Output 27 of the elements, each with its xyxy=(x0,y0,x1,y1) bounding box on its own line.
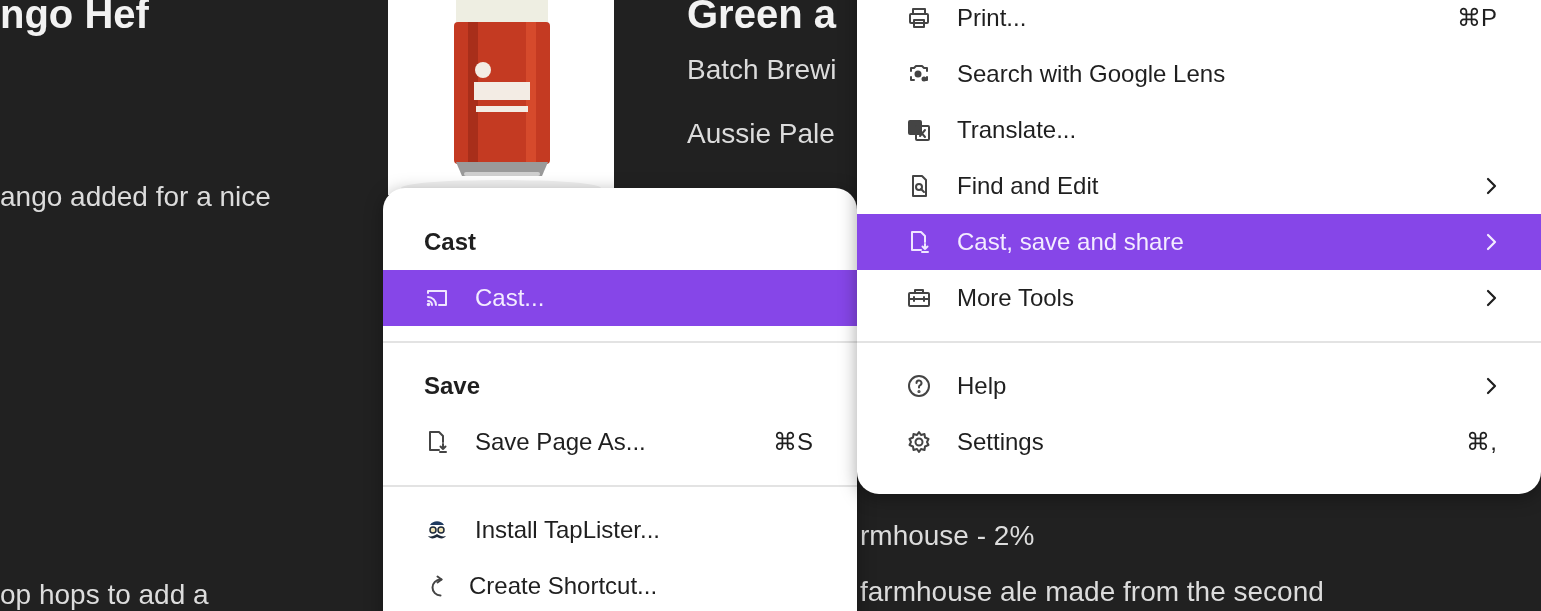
menu-item[interactable]: Translate... xyxy=(857,102,1541,158)
beer-detail-text: Aussie Pale xyxy=(687,117,835,151)
description-text: farmhouse ale made from the second xyxy=(860,575,1324,609)
menu-item[interactable]: Create Shortcut... xyxy=(383,558,857,611)
menu-item[interactable]: Install TapLister... xyxy=(383,502,857,558)
toolbox-icon xyxy=(907,286,931,310)
section-heading: Save xyxy=(423,371,482,401)
menu-item[interactable]: Cast... xyxy=(383,270,857,326)
menu-item[interactable]: Find and Edit xyxy=(857,158,1541,214)
description-text: op hops to add a xyxy=(0,578,210,611)
description-text: ango added for a nice xyxy=(0,180,272,214)
section-heading: Cast xyxy=(423,227,478,257)
menu-item[interactable]: Save Page As... ⌘S xyxy=(383,414,857,470)
description-text: rmhouse - 2% xyxy=(860,519,1035,553)
menu-item[interactable]: Help xyxy=(857,358,1541,414)
menu-item[interactable]: Print... ⌘P xyxy=(857,0,1541,46)
settings-icon xyxy=(907,430,931,454)
beer-title: Green a xyxy=(687,0,836,37)
menu-item[interactable]: Settings ⌘, xyxy=(857,414,1541,470)
printer-icon xyxy=(907,6,931,30)
menu-item[interactable]: More Tools xyxy=(857,270,1541,326)
beer-detail-text: Batch Brewi xyxy=(687,53,837,87)
menu-item[interactable]: Cast, save and share xyxy=(857,214,1541,270)
translate-icon xyxy=(907,118,931,142)
curved-arrow-icon xyxy=(431,575,443,597)
menu-item[interactable]: Search with Google Lens xyxy=(857,46,1541,102)
help-icon xyxy=(907,374,931,398)
